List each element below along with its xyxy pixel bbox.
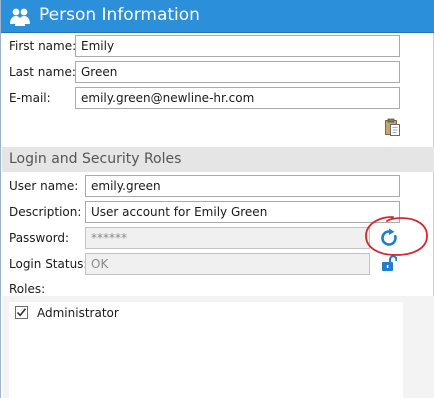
description-field[interactable]: User account for Emily Green	[85, 201, 400, 223]
first-name-field[interactable]: Emily	[75, 35, 400, 57]
last-name-field[interactable]: Green	[75, 61, 400, 83]
people-icon	[10, 8, 30, 26]
section-title: Login and Security Roles	[9, 151, 182, 167]
annotation-circle	[365, 216, 428, 256]
login-status-label: Login Status:	[9, 257, 88, 271]
username-label: User name:	[9, 179, 79, 193]
administrator-checkbox[interactable]	[15, 306, 28, 319]
roles-label: Roles:	[9, 282, 46, 296]
first-name-label: First name:	[9, 39, 77, 53]
email-field[interactable]: emily.green@newline-hr.com	[75, 87, 400, 109]
username-field[interactable]: emily.green	[85, 175, 400, 197]
login-security-section-header: Login and Security Roles	[2, 147, 434, 172]
checkmark-icon	[16, 308, 27, 317]
last-name-label: Last name:	[9, 65, 76, 79]
clipboard-icon[interactable]	[384, 118, 401, 136]
email-label: E-mail:	[9, 91, 51, 105]
description-label: Description:	[9, 205, 82, 219]
role-label-administrator: Administrator	[37, 306, 119, 320]
login-status-field: OK	[85, 253, 370, 275]
person-information-window: Person Information First name: Emily Las…	[0, 0, 434, 398]
password-label: Password:	[9, 231, 70, 245]
password-field: ******	[85, 227, 370, 249]
title-bar: Person Information	[1, 0, 434, 33]
window-title: Person Information	[39, 5, 200, 25]
